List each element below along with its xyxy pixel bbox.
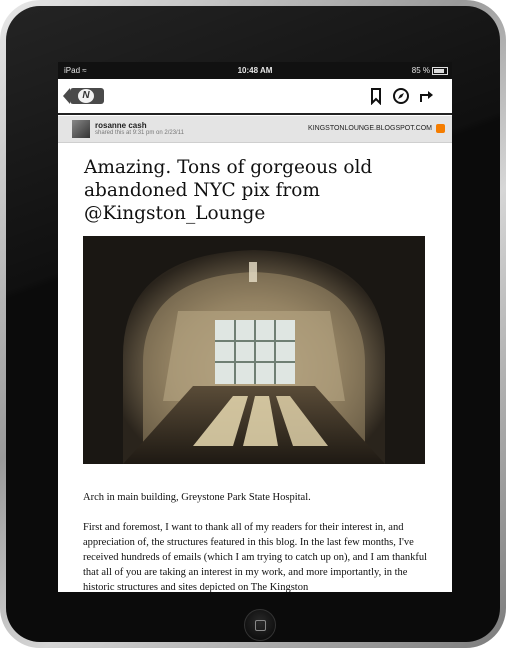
toolbar: N: [58, 79, 452, 115]
home-button[interactable]: [244, 609, 276, 641]
status-time: 10:48 AM: [237, 66, 273, 75]
author-name[interactable]: rosanne cash: [95, 121, 147, 130]
home-button-icon: [255, 620, 266, 631]
article-body: First and foremost, I want to thank all …: [83, 522, 428, 592]
avatar[interactable]: [72, 120, 90, 138]
bookmark-icon[interactable]: [367, 87, 385, 105]
status-bar: iPad ≈ 10:48 AM 85 %: [58, 62, 452, 79]
compass-icon[interactable]: [392, 87, 410, 105]
photo-caption: Arch in main building, Greystone Park St…: [83, 492, 311, 503]
screen: iPad ≈ 10:48 AM 85 % N rosanne cash shar…: [58, 62, 452, 592]
blogger-icon: [436, 124, 445, 133]
battery-icon: [432, 67, 448, 75]
back-icon: N: [78, 89, 94, 103]
source-link[interactable]: KINGSTONLOUNGE.BLOGSPOT.COM: [308, 125, 432, 132]
shared-timestamp: shared this at 9:31 pm on 2/23/11: [95, 130, 184, 136]
battery-percent: 85 %: [411, 66, 430, 75]
arch-room-image: [83, 236, 425, 464]
article-title: Amazing. Tons of gorgeous old abandoned …: [84, 157, 373, 224]
article-photo: [83, 236, 425, 464]
ipad-frame: iPad ≈ 10:48 AM 85 % N rosanne cash shar…: [0, 0, 506, 648]
share-icon[interactable]: [418, 87, 436, 105]
ipad-bezel: iPad ≈ 10:48 AM 85 % N rosanne cash shar…: [6, 6, 500, 642]
back-button[interactable]: N: [63, 88, 104, 104]
post-header: rosanne cash shared this at 9:31 pm on 2…: [58, 116, 452, 143]
